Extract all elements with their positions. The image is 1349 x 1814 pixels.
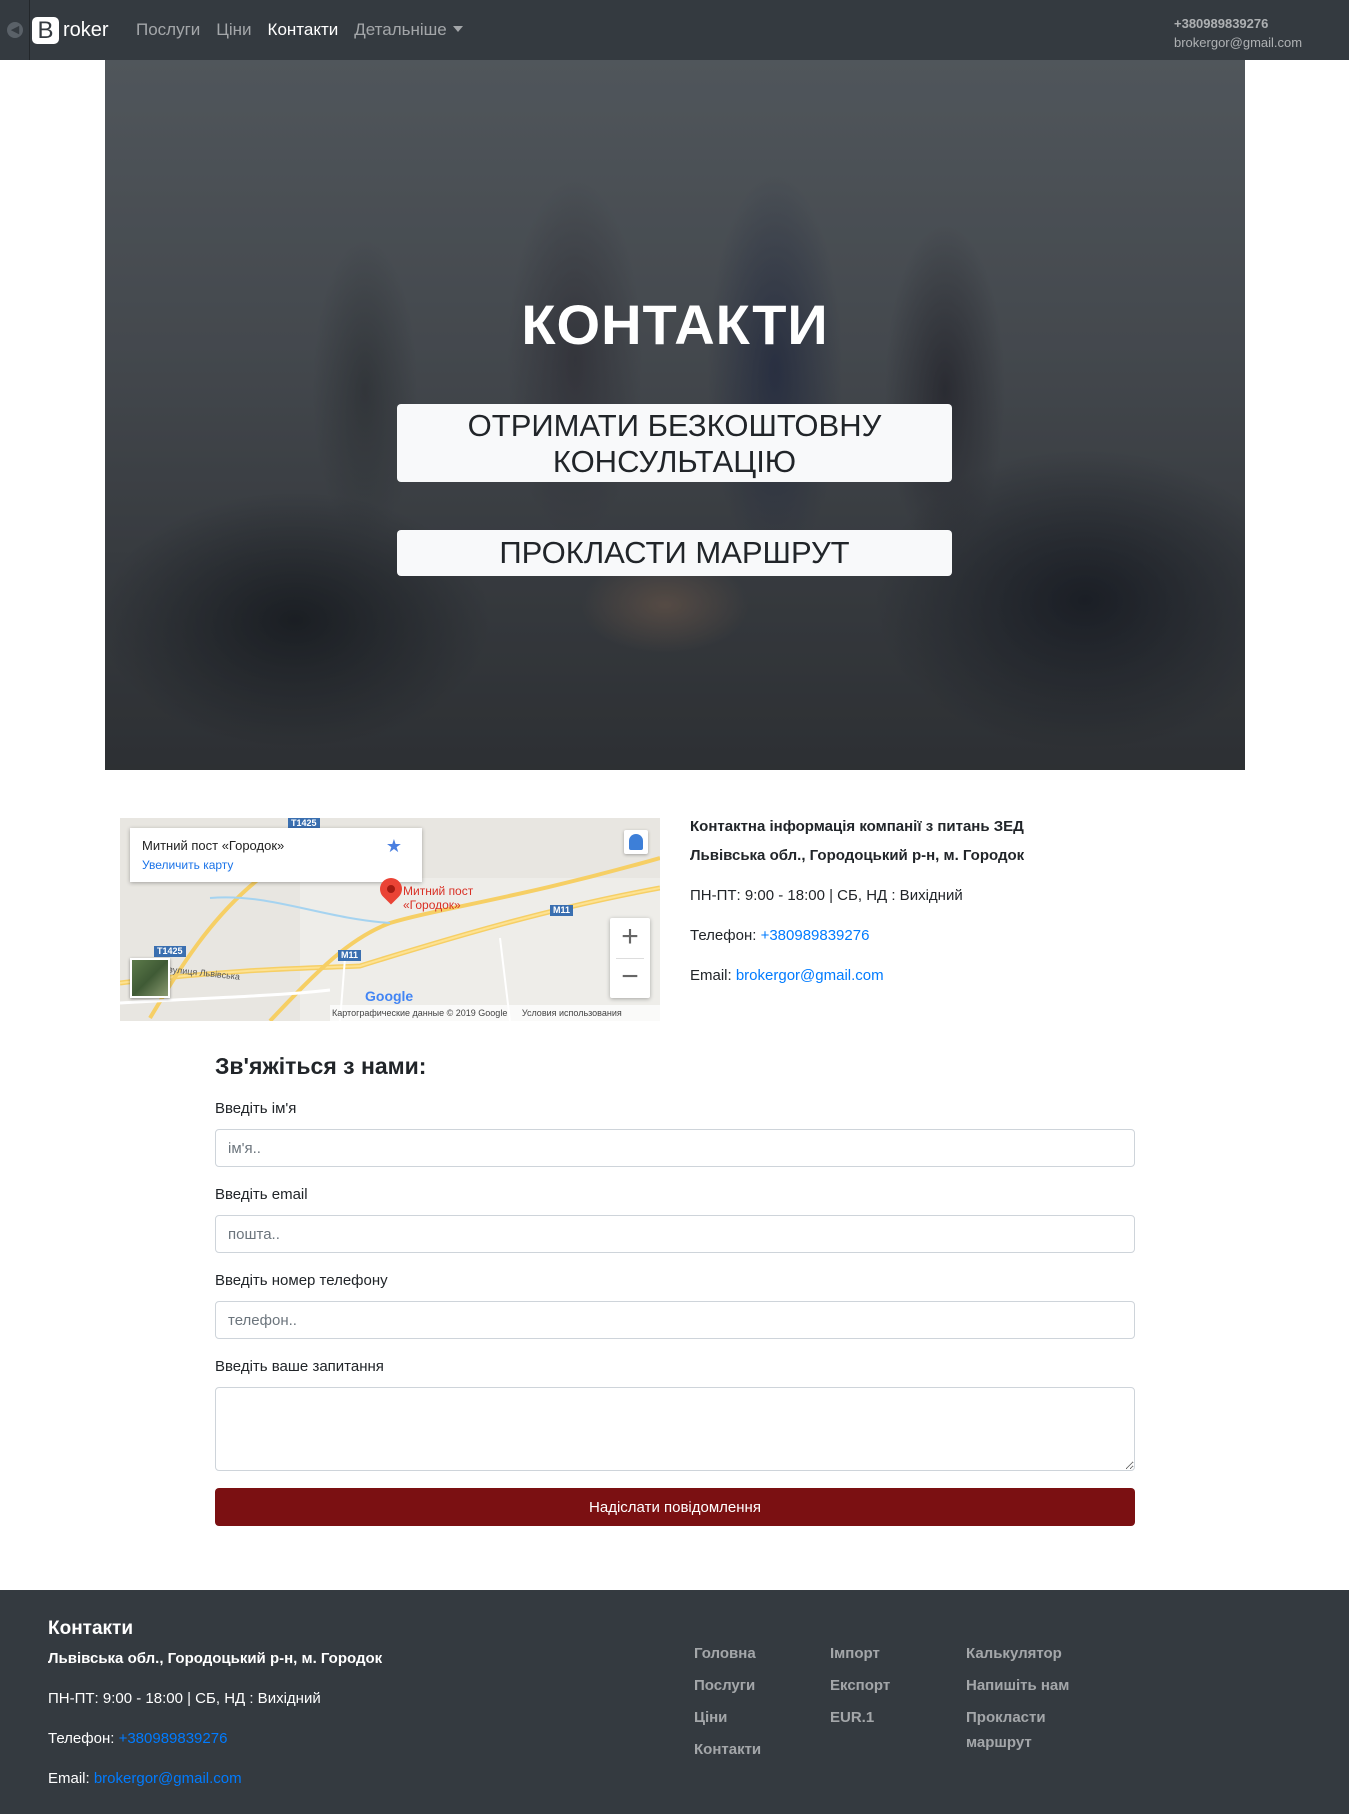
zoom-out-button[interactable]: −	[610, 958, 650, 998]
footer-phone-link[interactable]: +380989839276	[119, 1730, 228, 1747]
footer-link-calculator[interactable]: Калькулятор	[966, 1642, 1086, 1667]
enlarge-map-link[interactable]: Увеличить карту	[142, 858, 233, 872]
footer-email-link[interactable]: brokergor@gmail.com	[94, 1770, 242, 1787]
footer-phone-row: Телефон: +380989839276	[48, 1730, 227, 1747]
contact-phone-link[interactable]: +380989839276	[761, 927, 870, 944]
caret-down-icon	[452, 26, 463, 32]
email-label: Введіть email	[215, 1186, 308, 1203]
footer-phone-label: Телефон:	[48, 1730, 119, 1747]
footer-link-prices[interactable]: Ціни	[694, 1706, 814, 1731]
footer-address: Львівська обл., Городоцький р-н, м. Горо…	[48, 1650, 383, 1667]
contact-heading: Контактна інформація компанії з питань З…	[690, 818, 1024, 835]
contact-address: Львівська обл., Городоцький р-н, м. Горо…	[690, 847, 1025, 864]
send-message-button[interactable]: Надіслати повідомлення	[215, 1488, 1135, 1526]
free-consultation-button[interactable]: ОТРИМАТИ БЕЗКОШТОВНУ КОНСУЛЬТАЦІЮ	[397, 404, 952, 482]
map-place-title: Митний пост «Городок»	[142, 838, 285, 853]
nav-dropdown-more[interactable]: Детальніше	[354, 20, 463, 40]
contact-phone-row: Телефон: +380989839276	[690, 927, 869, 944]
phone-input[interactable]	[215, 1301, 1135, 1339]
footer-nav-col-3: Калькулятор Напишіть нам Прокласти маршр…	[966, 1642, 1086, 1763]
map-place-card: Митний пост «Городок» Увеличить карту ★	[130, 828, 422, 882]
road-shield-m11-left: M11	[338, 950, 362, 961]
contact-email-row: Email: brokergor@gmail.com	[690, 967, 884, 984]
road-shield-m11-right: M11	[550, 905, 574, 916]
footer-nav-col-1: Головна Послуги Ціни Контакти	[694, 1642, 814, 1770]
nav-dropdown-label: Детальніше	[354, 20, 447, 39]
brand-text: roker	[63, 18, 109, 41]
map-pin-label: Митний пост «Городок»	[403, 884, 473, 912]
question-label: Введіть ваше запитання	[215, 1358, 384, 1375]
footer-email-label: Email:	[48, 1770, 94, 1787]
sidebar-edge[interactable]: ◀	[0, 0, 30, 60]
nav-link-prices[interactable]: Ціни	[216, 20, 251, 40]
footer-link-home[interactable]: Головна	[694, 1642, 814, 1667]
build-route-button[interactable]: ПРОКЛАСТИ МАРШРУТ	[397, 530, 952, 576]
zoom-divider	[616, 958, 644, 959]
name-input[interactable]	[215, 1129, 1135, 1167]
map-pin-label-line2: «Городок»	[403, 898, 461, 912]
map-attribution: Картографические данные © 2019 Google Ус…	[330, 1005, 660, 1021]
street-view-pegman-icon[interactable]	[624, 830, 648, 854]
name-label: Введіть ім'я	[215, 1100, 297, 1117]
brand-logo[interactable]: B roker	[32, 14, 109, 46]
footer-hours: ПН-ПТ: 9:00 - 18:00 | СБ, НД : Вихідний	[48, 1690, 321, 1707]
footer-nav-col-2: Імпорт Експорт EUR.1	[830, 1642, 950, 1738]
contact-email-label: Email:	[690, 967, 736, 984]
nav-link-contacts[interactable]: Контакти	[268, 20, 339, 40]
free-consultation-line2: КОНСУЛЬТАЦІЮ	[552, 444, 797, 479]
footer: Контакти Львівська обл., Городоцький р-н…	[0, 1590, 1349, 1814]
footer-link-import[interactable]: Імпорт	[830, 1642, 950, 1667]
map-pin-label-line1: Митний пост	[403, 884, 474, 898]
map-terms-link[interactable]: Условия использования	[522, 1008, 622, 1018]
email-input[interactable]	[215, 1215, 1135, 1253]
footer-link-contacts[interactable]: Контакти	[694, 1738, 814, 1763]
footer-email-row: Email: brokergor@gmail.com	[48, 1770, 242, 1787]
road-shield-t1425: T1425	[154, 946, 186, 957]
nav-links: Послуги Ціни Контакти Детальніше	[136, 20, 463, 40]
footer-link-write-us[interactable]: Напишіть нам	[966, 1674, 1086, 1699]
hero-banner: КОНТАКТИ ОТРИМАТИ БЕЗКОШТОВНУ КОНСУЛЬТАЦ…	[105, 60, 1245, 770]
map-zoom-controls: + −	[610, 918, 650, 998]
brand-letter: B	[32, 16, 59, 44]
nav-contact: +380989839276 brokergor@gmail.com	[1174, 14, 1302, 52]
back-arrow-icon[interactable]: ◀	[7, 22, 23, 38]
nav-email: brokergor@gmail.com	[1174, 35, 1303, 50]
map-data-credit: Картографические данные © 2019 Google	[332, 1008, 508, 1018]
contact-form-title: Зв'яжіться з нами:	[215, 1053, 427, 1079]
nav-link-services[interactable]: Послуги	[136, 20, 200, 40]
contact-hours: ПН-ПТ: 9:00 - 18:00 | СБ, НД : Вихідний	[690, 887, 963, 904]
question-textarea[interactable]	[215, 1387, 1135, 1471]
star-icon[interactable]: ★	[386, 836, 402, 857]
zoom-in-button[interactable]: +	[610, 918, 650, 958]
contact-phone-label: Телефон:	[690, 927, 761, 944]
footer-link-eur1[interactable]: EUR.1	[830, 1706, 950, 1731]
footer-link-services[interactable]: Послуги	[694, 1674, 814, 1699]
contact-email-link[interactable]: brokergor@gmail.com	[736, 967, 884, 984]
navbar: ◀ B roker Послуги Ціни Контакти Детальні…	[0, 0, 1349, 60]
google-logo: Google	[365, 988, 414, 1004]
free-consultation-line1: ОТРИМАТИ БЕЗКОШТОВНУ	[467, 408, 882, 443]
satellite-toggle-thumbnail[interactable]	[130, 958, 170, 998]
footer-link-export[interactable]: Експорт	[830, 1674, 950, 1699]
footer-title: Контакти	[48, 1618, 134, 1639]
hero-title: КОНТАКТИ	[521, 293, 829, 356]
google-map[interactable]: T1425 T1425 M11 M11 вулиця Львівська Мит…	[120, 818, 660, 1021]
nav-phone: +380989839276	[1174, 16, 1269, 31]
footer-link-route[interactable]: Прокласти маршрут	[966, 1706, 1086, 1755]
phone-label: Введіть номер телефону	[215, 1272, 388, 1289]
